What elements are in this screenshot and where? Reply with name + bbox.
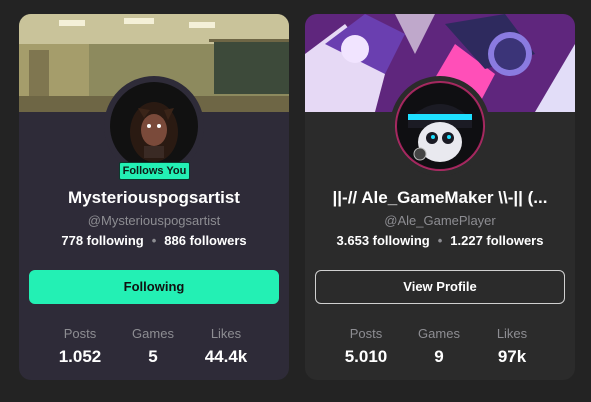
username-handle: @Mysteriouspogsartist <box>87 213 221 228</box>
avatar[interactable] <box>104 76 204 176</box>
stat-likes: Likes 44.4k <box>186 326 266 367</box>
stat-value: 9 <box>434 347 444 366</box>
stat-label: Games <box>418 326 460 341</box>
stat-label: Posts <box>63 326 97 341</box>
followers-count[interactable]: 886 followers <box>164 233 246 248</box>
stat-label: Likes <box>210 326 242 341</box>
follow-counts: 778 following • 886 followers <box>19 233 289 248</box>
stat-label: Games <box>132 326 174 341</box>
stat-games: Games 5 <box>113 326 193 367</box>
stat-games: Games 9 <box>399 326 479 367</box>
stat-likes: Likes 97k <box>472 326 552 367</box>
stat-value: 5 <box>148 347 158 366</box>
display-name[interactable]: Mysteriouspogsartist <box>25 188 283 208</box>
stat-label: Likes <box>496 326 528 341</box>
stat-posts: Posts 1.052 <box>40 326 120 367</box>
profile-card-mysteriouspogsartist[interactable]: Follows You Mysteriouspogsartist @Myster… <box>19 14 289 380</box>
stat-value: 5.010 <box>344 347 388 366</box>
stat-label: Posts <box>349 326 383 341</box>
followers-count[interactable]: 1.227 followers <box>450 233 543 248</box>
separator-dot: • <box>437 233 443 248</box>
avatar[interactable] <box>390 76 490 176</box>
stat-value: 44.4k <box>204 347 248 366</box>
following-count[interactable]: 3.653 following <box>337 233 430 248</box>
view-profile-button[interactable]: View Profile <box>315 270 565 304</box>
stat-posts: Posts 5.010 <box>326 326 406 367</box>
following-button[interactable]: Following <box>29 270 279 304</box>
separator-dot: • <box>151 233 157 248</box>
following-count[interactable]: 778 following <box>61 233 143 248</box>
follow-counts: 3.653 following • 1.227 followers <box>305 233 575 248</box>
profile-stats: Posts 1.052 Games 5 Likes 44.4k <box>39 326 269 370</box>
username-handle: @Ale_GamePlayer <box>384 213 496 228</box>
profile-stats: Posts 5.010 Games 9 Likes 97k <box>325 326 555 370</box>
stat-value: 1.052 <box>58 347 102 366</box>
display-name[interactable]: ||-// Ale_GameMaker \\-|| (... <box>311 188 569 208</box>
profile-card-ale-gamemaker[interactable]: ||-// Ale_GameMaker \\-|| (... @Ale_Game… <box>305 14 575 380</box>
stat-value: 97k <box>497 347 527 366</box>
follows-you-badge: Follows You <box>119 162 190 180</box>
